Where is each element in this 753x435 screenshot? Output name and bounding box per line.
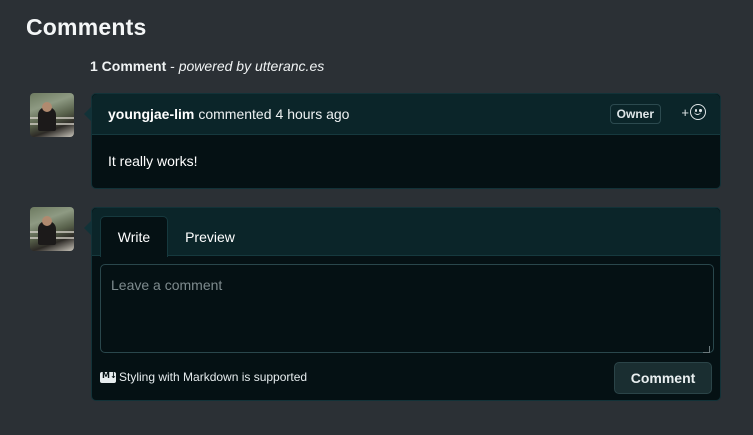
comments-heading: Comments [26,14,147,40]
markdown-note[interactable]: Styling with Markdown is supported [100,370,307,384]
comment-count-line: 1 Comment - powered by utteranc.es [90,58,324,74]
comment-count: 1 Comment [90,58,167,74]
plus-icon: + [681,104,689,120]
submit-comment-button[interactable]: Comment [614,362,712,394]
comment-action: commented [198,106,272,122]
comment-author-link[interactable]: youngjae-lim [108,106,194,122]
editor-tabs: Write Preview [92,208,720,257]
separator: - [166,58,179,74]
resize-handle[interactable] [703,346,710,353]
smiley-icon-mouth [694,111,701,115]
utterances-link[interactable]: utteranc.es [255,58,324,74]
markdown-icon [100,371,117,383]
markdown-note-text: Styling with Markdown is supported [119,370,308,384]
tab-write[interactable]: Write [100,216,168,257]
new-comment-form: Write Preview Styling with Markdown is s… [84,207,721,401]
smiley-icon [690,104,706,120]
comment-header: youngjae-lim commented 4 hours ago Owner… [92,94,720,135]
avatar-detail [42,102,52,112]
tab-preview[interactable]: Preview [174,216,246,257]
comment-timestamp-link[interactable]: 4 hours ago [276,106,350,122]
comment-input[interactable] [100,264,714,353]
avatar[interactable] [30,93,74,137]
owner-badge: Owner [609,104,661,124]
powered-by-text: powered by [178,58,255,74]
avatar[interactable] [30,207,74,251]
avatar-detail [42,216,52,226]
comment-body: It really works! [108,153,198,169]
add-reaction-button[interactable]: + [681,104,706,120]
comment-card: youngjae-lim commented 4 hours ago Owner… [84,93,721,189]
